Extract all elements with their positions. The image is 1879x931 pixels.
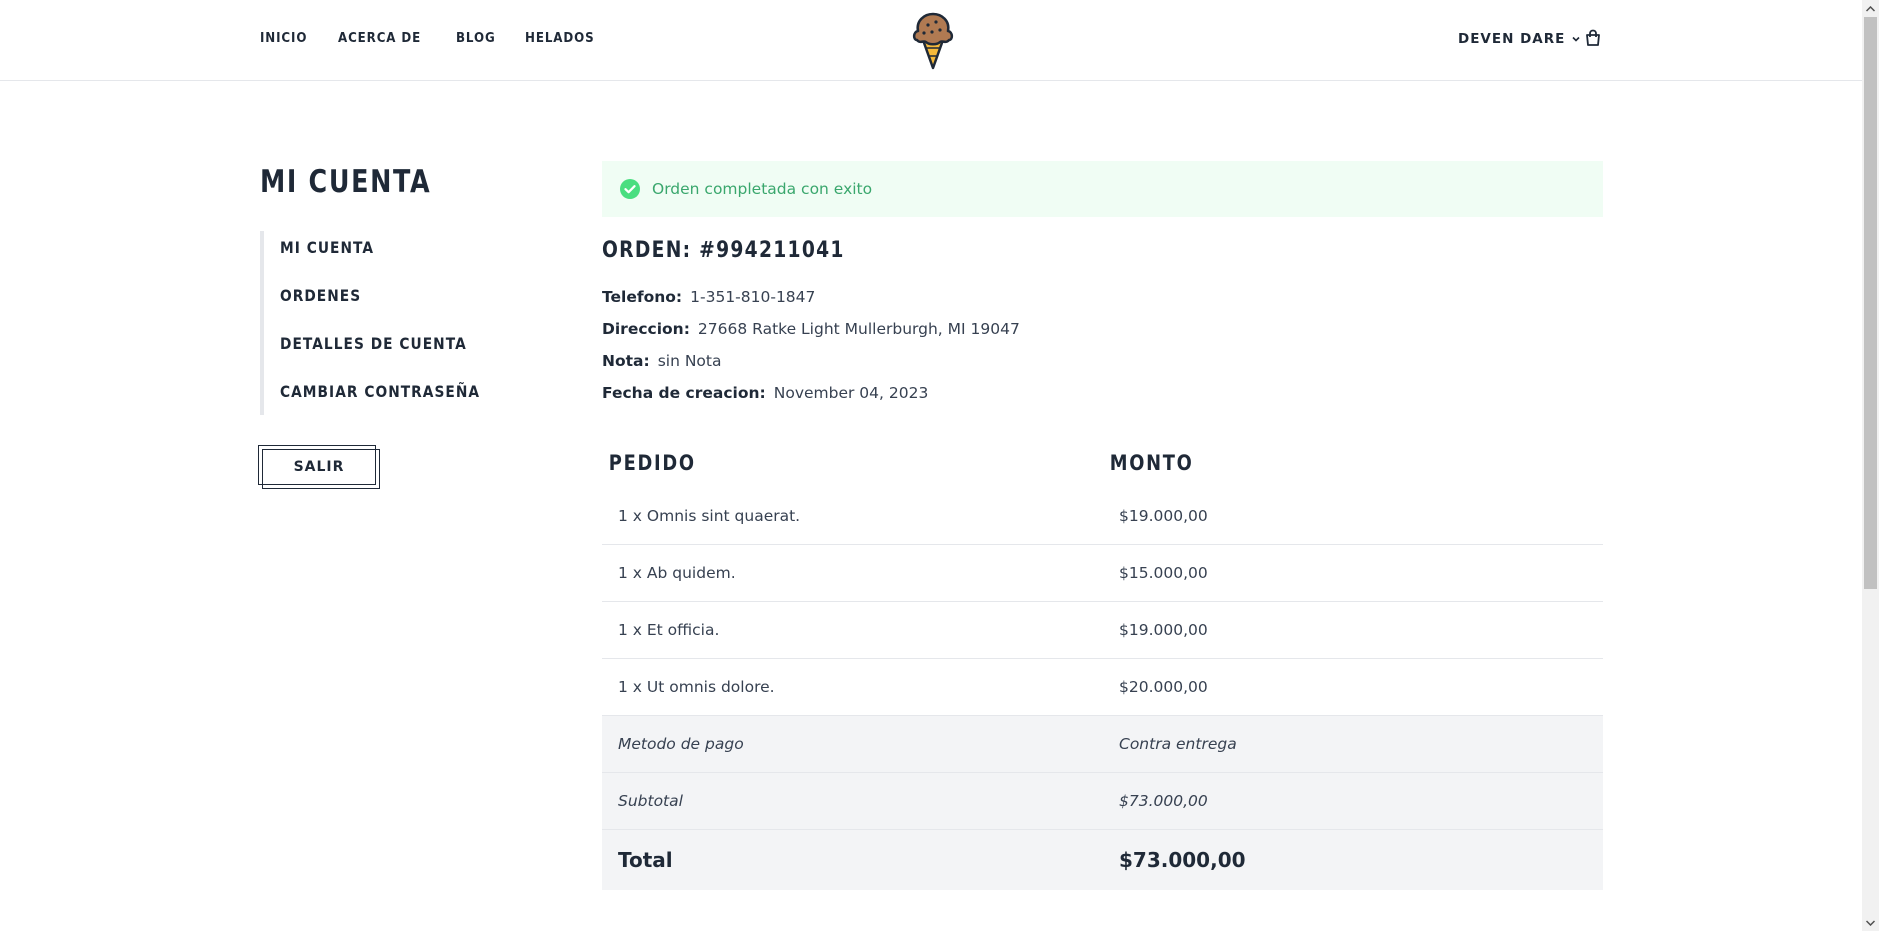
shopping-bag-icon[interactable] [1584, 29, 1602, 47]
address-label: Direccion: [602, 320, 690, 338]
ice-cream-cone-icon[interactable] [910, 10, 956, 70]
scrollbar-thumb[interactable] [1864, 17, 1877, 589]
payment-label: Metodo de pago [618, 735, 744, 753]
chevron-down-icon [1572, 36, 1580, 42]
order-address: Direccion: 27668 Ratke Light Mullerburgh… [602, 320, 1020, 338]
sidebar-item-label: DETALLES DE CUENTA [280, 333, 467, 353]
sidebar-item-label: CAMBIAR CONTRASEÑA [280, 381, 481, 401]
sidebar-item-ordenes[interactable]: ORDENES [280, 271, 500, 319]
table-row: 1 x Ab quidem. $15.000,00 [602, 545, 1603, 602]
order-note: Nota: sin Nota [602, 352, 722, 370]
subtotal-value: $73.000,00 [1119, 792, 1208, 810]
main-nav: INICIO ACERCA DE BLOG HELADOS [260, 30, 604, 46]
sidebar-item-detalles-de-cuenta[interactable]: DETALLES DE CUENTA [280, 319, 500, 367]
item-amount: $19.000,00 [1119, 507, 1208, 525]
total-label: Total [618, 848, 673, 872]
item-amount: $20.000,00 [1119, 678, 1208, 696]
user-name: DEVEN DARE [1458, 31, 1566, 47]
table-row: 1 x Et officia. $19.000,00 [602, 602, 1603, 659]
payment-method-row: Metodo de pago Contra entrega [602, 716, 1603, 773]
logout-button[interactable]: SALIR [258, 445, 380, 489]
table-header: PEDIDO MONTO [602, 438, 1603, 488]
created-value: November 04, 2023 [773, 384, 929, 402]
scroll-down-arrow-icon[interactable] [1862, 914, 1879, 931]
table-row: 1 x Omnis sint quaerat. $19.000,00 [602, 488, 1603, 545]
item-name: 1 x Omnis sint quaerat. [618, 507, 801, 525]
sidebar-item-mi-cuenta[interactable]: MI CUENTA [280, 223, 500, 271]
item-amount: $19.000,00 [1119, 621, 1208, 639]
phone-label: Telefono: [602, 288, 683, 306]
success-alert: Orden completada con exito [602, 161, 1603, 217]
item-name: 1 x Ab quidem. [618, 564, 736, 582]
site-header: INICIO ACERCA DE BLOG HELADOS DEVEN DARE [0, 0, 1862, 81]
payment-value: Contra entrega [1119, 735, 1237, 753]
phone-value: 1-351-810-1847 [690, 288, 816, 306]
subtotal-label: Subtotal [618, 792, 683, 810]
sidebar-item-label: ORDENES [280, 285, 362, 305]
created-label: Fecha de creacion: [602, 384, 766, 402]
sidebar-item-label: MI CUENTA [280, 237, 375, 257]
check-circle-icon [620, 179, 640, 199]
alert-message: Orden completada con exito [652, 180, 873, 198]
order-title: ORDEN: #994211041 [602, 238, 845, 263]
item-name: 1 x Ut omnis dolore. [618, 678, 775, 696]
sidebar-title: MI CUENTA [260, 164, 432, 200]
item-amount: $15.000,00 [1119, 564, 1208, 582]
nav-helados[interactable]: HELADOS [525, 30, 595, 46]
total-value: $73.000,00 [1119, 848, 1246, 872]
nav-acerca-de[interactable]: ACERCA DE [338, 30, 421, 46]
address-value: 27668 Ratke Light Mullerburgh, MI 19047 [697, 320, 1020, 338]
table-row: 1 x Ut omnis dolore. $20.000,00 [602, 659, 1603, 716]
order-table: PEDIDO MONTO 1 x Omnis sint quaerat. $19… [602, 438, 1603, 890]
page-scrollbar[interactable] [1862, 0, 1879, 931]
header-monto: MONTO [1109, 451, 1194, 475]
account-menu: MI CUENTA ORDENES DETALLES DE CUENTA CAM… [260, 231, 500, 415]
nav-blog[interactable]: BLOG [456, 30, 496, 46]
subtotal-row: Subtotal $73.000,00 [602, 773, 1603, 830]
nav-inicio[interactable]: INICIO [260, 30, 307, 46]
order-created: Fecha de creacion: November 04, 2023 [602, 384, 928, 402]
total-row: Total $73.000,00 [602, 830, 1603, 890]
item-name: 1 x Et officia. [618, 621, 720, 639]
user-menu[interactable]: DEVEN DARE [1458, 31, 1581, 47]
scroll-up-arrow-icon[interactable] [1862, 0, 1879, 17]
logout-button-label: SALIR [293, 459, 345, 475]
order-phone: Telefono: 1-351-810-1847 [602, 288, 815, 306]
note-label: Nota: [602, 352, 650, 370]
header-pedido: PEDIDO [608, 451, 696, 475]
sidebar-item-cambiar-contrasena[interactable]: CAMBIAR CONTRASEÑA [280, 367, 500, 415]
note-value: sin Nota [657, 352, 722, 370]
